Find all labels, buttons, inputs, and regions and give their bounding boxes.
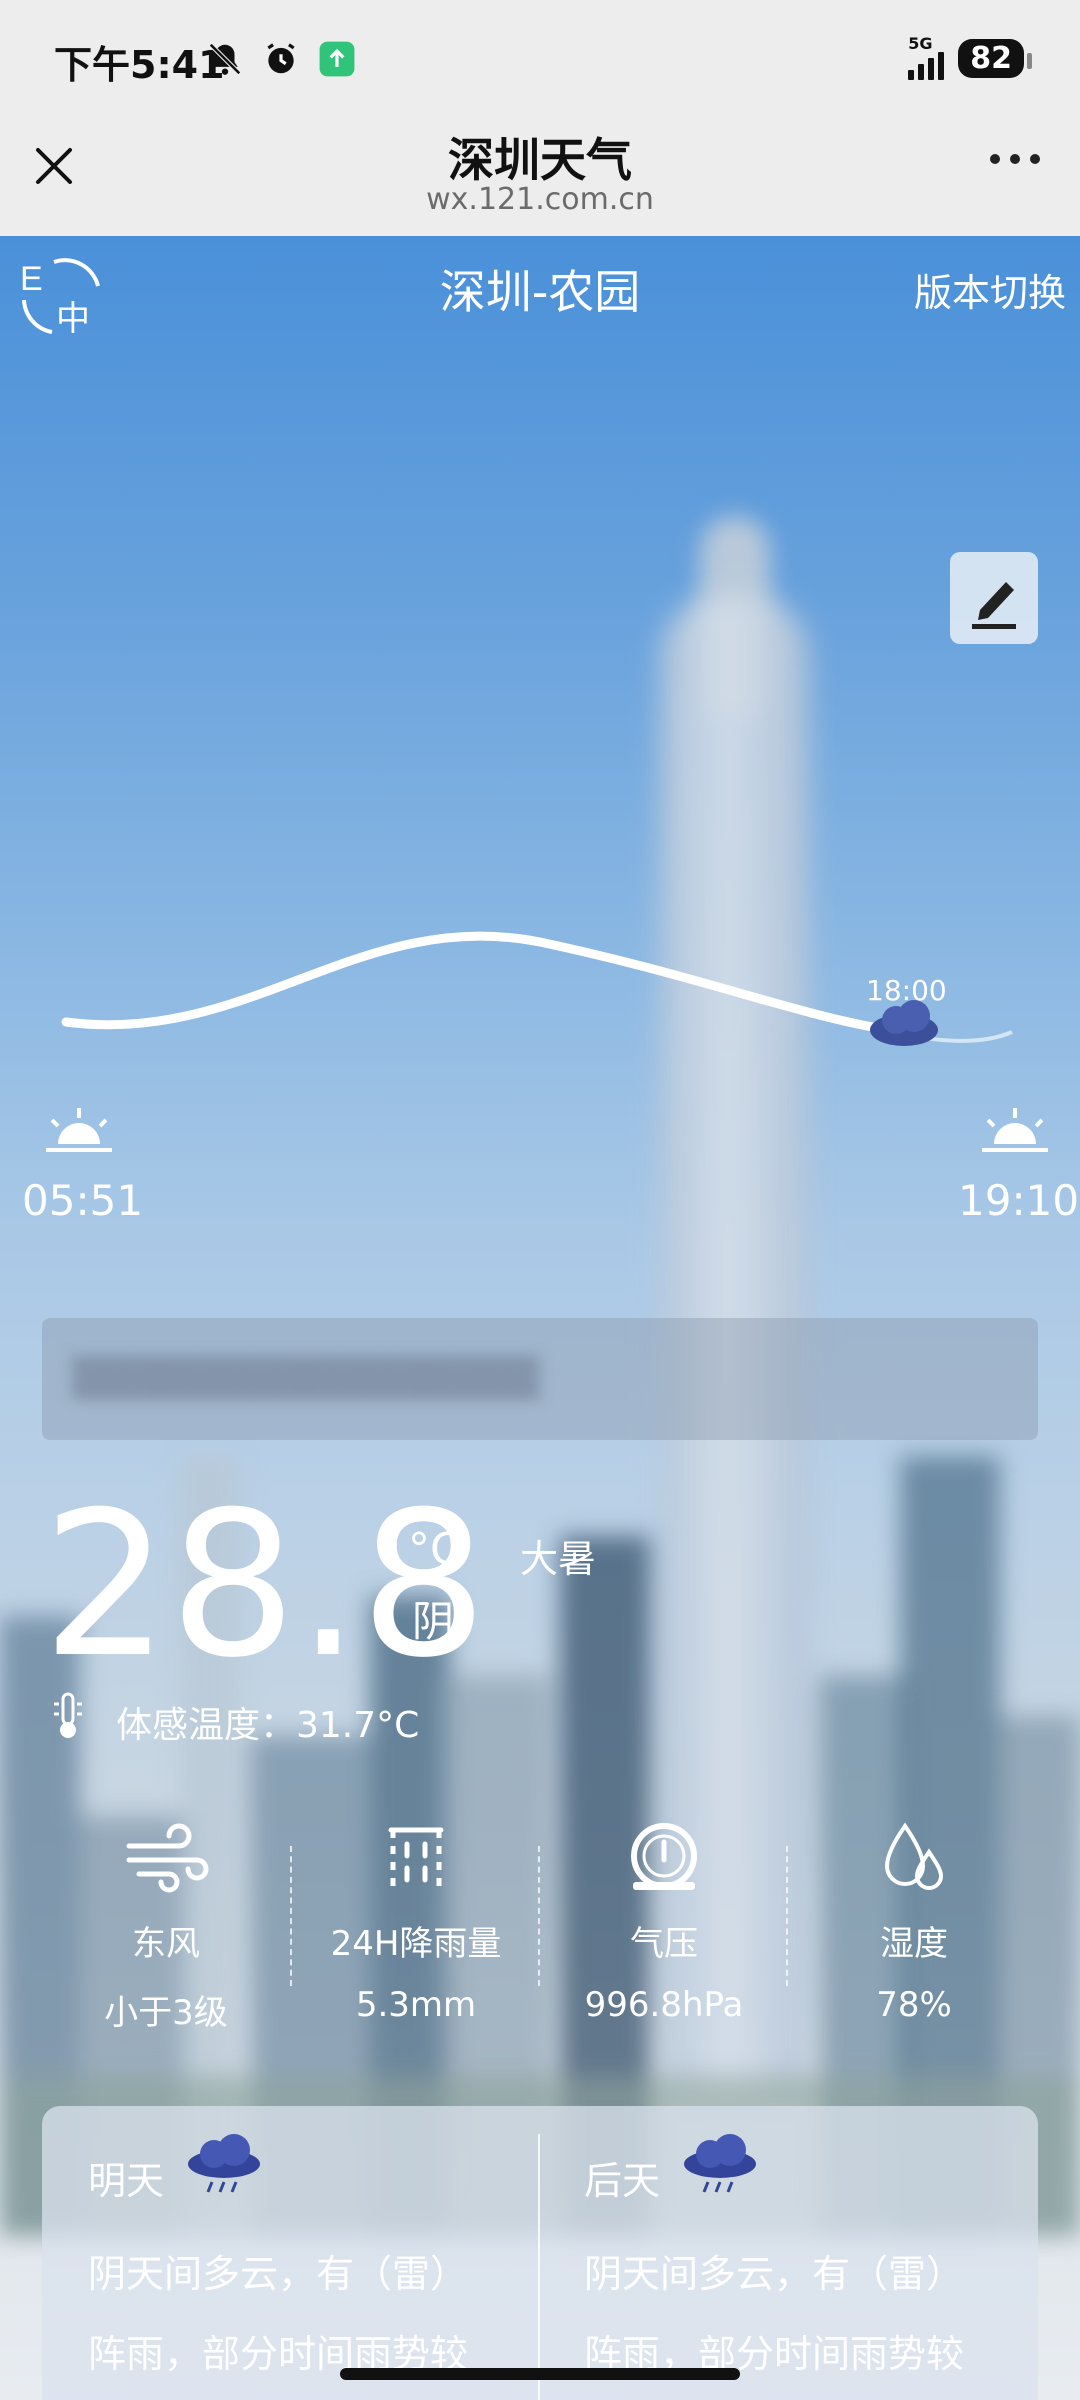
forecast-tomorrow[interactable]: 明天 阴天间多云，有（雷） 阵雨，部分时间雨势较	[42, 2106, 502, 2400]
sunrise-time: 05:51	[22, 1176, 144, 1225]
metric-label: 东风	[132, 1924, 200, 1964]
sunset-icon	[982, 1108, 1048, 1152]
metric-pressure: 气压 996.8hPa	[540, 1816, 788, 2025]
sunset-time: 19:10	[958, 1176, 1080, 1225]
bell-muted-icon	[209, 43, 241, 75]
status-time: 下午5:41	[54, 43, 225, 87]
humidity-icon	[884, 1822, 944, 1890]
metric-value: 5.3mm	[355, 1985, 477, 2025]
metric-value: 小于3级	[104, 1993, 228, 2033]
temperature-unit: °C	[408, 1524, 461, 1575]
forecast-day-after[interactable]: 后天 阴天间多云，有（雷） 阵雨，部分时间雨势较	[538, 2106, 998, 2400]
version-switch-link[interactable]: 版本切换	[914, 262, 1066, 317]
battery-level: 82	[970, 40, 1012, 76]
forecast-day-label: 后天	[584, 2159, 661, 2203]
wind-icon	[126, 1823, 209, 1893]
app-notification-icon	[319, 41, 355, 77]
current-temperature: 28.8	[42, 1469, 488, 1702]
more-options-icon[interactable]	[990, 154, 1040, 164]
pencil-icon	[972, 582, 1016, 629]
forecast-card[interactable]: 明天 阴天间多云，有（雷） 阵雨，部分时间雨势较 后天 阴天间多云，有（雷） 阵…	[42, 2106, 1038, 2400]
metric-value: 996.8hPa	[584, 1985, 744, 2025]
status-bar: 下午5:41 5G 82	[0, 0, 1080, 118]
metric-label: 24H降雨量	[330, 1924, 502, 1964]
forecast-desc-line: 阴天间多云，有（雷）	[88, 2252, 469, 2296]
page-title: 深圳天气	[448, 133, 632, 187]
rain-gauge-icon	[388, 1827, 444, 1890]
thermometer-icon	[54, 1692, 82, 1738]
forecast-desc-line: 阵雨，部分时间雨势较	[584, 2332, 965, 2376]
weather-alert-bar[interactable]: ▒▒▒▒▒▒▒▒▒▒▒▒▒▒▒▒	[42, 1318, 1038, 1440]
forecast-desc-line: 阴天间多云，有（雷）	[584, 2252, 965, 2296]
weather-condition: 阴	[412, 1597, 455, 1646]
divider	[786, 1846, 788, 1986]
thunder-rain-cloud-icon	[188, 2134, 260, 2193]
alarm-clock-icon	[267, 43, 295, 74]
home-indicator[interactable]	[340, 2368, 740, 2380]
browser-title-bar: 深圳天气 wx.121.com.cn	[0, 118, 1080, 237]
solar-term: 大暑	[520, 1537, 597, 1581]
pressure-gauge-icon	[631, 1823, 697, 1890]
metric-label: 气压	[630, 1924, 698, 1964]
feels-like-temperature: 体感温度：31.7°C	[116, 1705, 420, 1746]
edit-button[interactable]	[950, 552, 1038, 644]
current-sun-time: 18:00	[866, 974, 947, 1007]
metrics-row: 东风 小于3级 24H降雨量 5.3mm 气压 996.8hPa 湿度 78%	[0, 1816, 1080, 2046]
sunrise-icon	[46, 1108, 112, 1152]
metric-value: 78%	[876, 1985, 952, 2025]
network-type: 5G	[908, 34, 933, 53]
cellular-signal-icon: 5G	[908, 34, 945, 80]
metric-humidity: 湿度 78%	[790, 1816, 1038, 2025]
weather-main: E 中 深圳-农园 版本切换 18:00 05:51 19:10 ▒▒▒▒▒▒▒…	[0, 236, 1080, 2400]
forecast-day-label: 明天	[88, 2159, 165, 2203]
metric-wind: 东风 小于3级	[42, 1816, 290, 2034]
thunder-rain-cloud-icon	[684, 2134, 756, 2193]
forecast-desc-line: 阵雨，部分时间雨势较	[88, 2332, 469, 2376]
page-url: wx.121.com.cn	[426, 182, 654, 217]
metric-label: 湿度	[880, 1924, 948, 1964]
battery-icon: 82	[958, 38, 1032, 78]
metric-rainfall: 24H降雨量 5.3mm	[292, 1816, 540, 2025]
